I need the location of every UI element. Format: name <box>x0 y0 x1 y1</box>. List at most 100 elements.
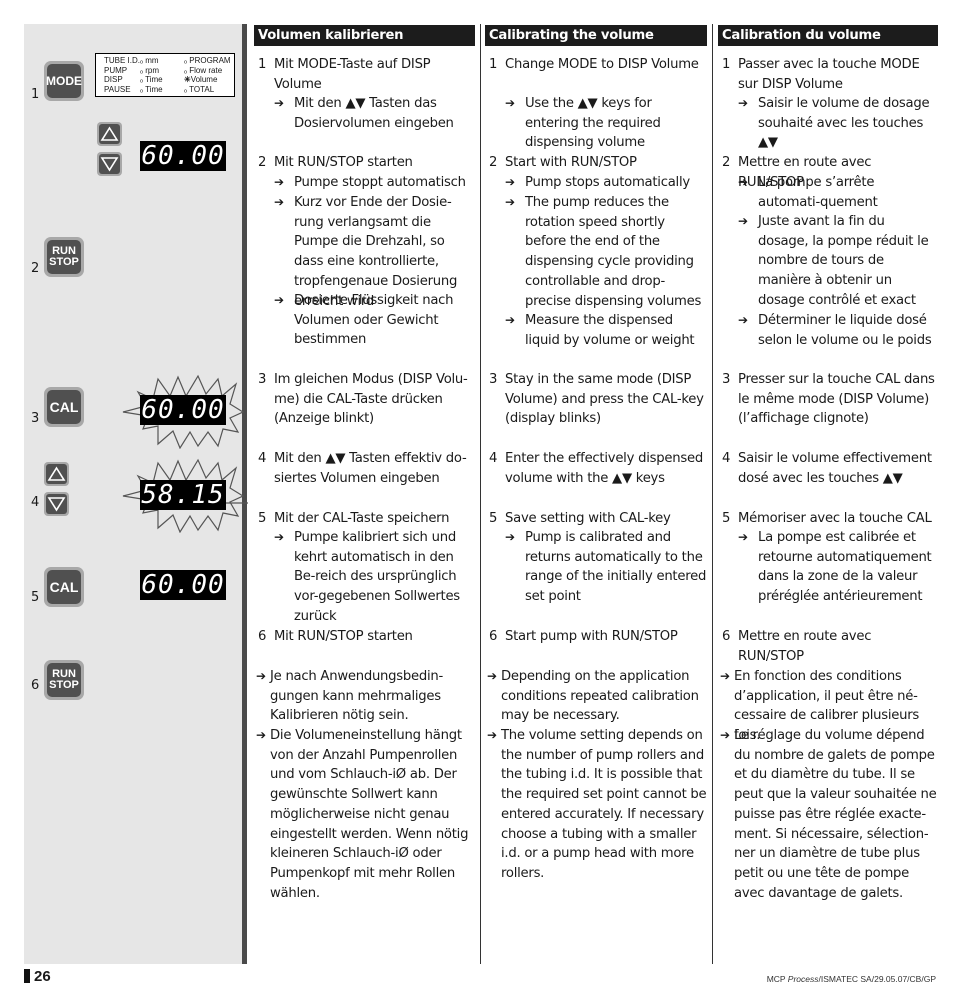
step-text: Mit RUN/STOP starten <box>274 155 413 170</box>
note: ➔ Le réglage du volume dépend du nombre d… <box>718 726 938 903</box>
instruction-bullet: ➔ Juste avant la fin du dosage, la pompe … <box>718 212 938 311</box>
unit-label: mm <box>145 56 159 65</box>
instruction-step: 4 Mit den ▲▼ Tasten effektiv do-siertes V… <box>254 449 475 488</box>
step-number-6: 6 <box>31 678 40 693</box>
down-arrow-icon <box>100 157 119 172</box>
arrow-right-icon: ➔ <box>274 530 284 544</box>
step-text: Mettre en route avec RUN/STOP <box>738 629 872 664</box>
step-number: 1 <box>722 57 731 72</box>
step-text: Im gleichen Modus (DISP Volu-me) die CAL… <box>274 372 468 427</box>
instruction-bullet: ➔ Use the ▲▼ keys for entering the requir… <box>485 94 707 153</box>
section-title: Calibration du volume <box>718 25 938 46</box>
step-text: Saisir le volume effectivement dosé avec… <box>738 451 932 486</box>
step-text: Passer avec la touche MODE sur DISP Volu… <box>738 57 920 92</box>
step-number: 3 <box>489 372 498 387</box>
arrow-right-icon: ➔ <box>505 96 515 110</box>
instruction-step: 1 Change MODE to DISP Volume <box>485 55 707 75</box>
lcd-display-blinking: 58.15 <box>140 480 226 510</box>
run-stop-key[interactable]: RUN STOP <box>44 660 84 700</box>
step-text: Mit MODE-Taste auf DISP Volume <box>274 57 431 92</box>
step-text: Mit RUN/STOP starten <box>274 629 413 644</box>
arrow-right-icon: ➔ <box>505 195 515 209</box>
instruction-step: 6 Start pump with RUN/STOP <box>485 627 707 647</box>
column-divider <box>480 24 481 964</box>
instruction-bullet: ➔ Pumpe kalibriert sich und kehrt automat… <box>254 528 475 627</box>
instruction-bullet: ➔ Dosierte Flüssigkeit nach Volumen oder … <box>254 291 475 350</box>
arrow-right-icon: ➔ <box>487 669 497 683</box>
note: ➔ Depending on the application conditions… <box>485 667 707 726</box>
lcd-display: 60.00 <box>140 141 226 171</box>
instruction-step: 6 Mit RUN/STOP starten <box>254 627 475 647</box>
unit-label: Time <box>145 84 163 94</box>
instruction-step: 1 Passer avec la touche MODE sur DISP Vol… <box>718 55 938 94</box>
arrow-right-icon: ➔ <box>274 293 284 307</box>
run-stop-key[interactable]: RUN STOP <box>44 237 84 277</box>
instruction-bullet: ➔ Déterminer le liquide dosé selon le vol… <box>718 311 938 350</box>
function-label: PROGRAM <box>189 56 231 65</box>
note: ➔ The volume setting depends on the numbe… <box>485 726 707 884</box>
step-text: Presser sur la touche CAL dans le même m… <box>738 372 935 427</box>
step-text: Start with RUN/STOP <box>505 155 637 170</box>
arrow-right-icon: ➔ <box>274 175 284 189</box>
page-marker <box>24 969 30 983</box>
cal-key[interactable]: CAL <box>44 387 84 427</box>
bullet-text: The pump reduces the rotation speed shor… <box>525 195 702 309</box>
step-number-1: 1 <box>31 87 40 102</box>
step-text: Mémoriser avec la touche CAL <box>738 511 932 526</box>
column-french: Calibration du volume <box>718 25 938 54</box>
instruction-step: 5 Save setting with CAL-key <box>485 509 707 529</box>
instruction-bullet: ➔ Mit den ▲▼ Tasten das Dosiervolumen ein… <box>254 94 475 133</box>
step-number: 3 <box>722 372 731 387</box>
bullet-text: Pumpe stoppt automatisch <box>294 175 466 190</box>
down-key[interactable] <box>44 492 69 516</box>
section-title: Volumen kalibrieren <box>254 25 475 46</box>
step-number: 5 <box>489 511 498 526</box>
up-key[interactable] <box>44 462 69 486</box>
column-divider <box>712 24 713 964</box>
down-key[interactable] <box>97 152 122 176</box>
cal-key[interactable]: CAL <box>44 567 84 607</box>
step-text: Change MODE to DISP Volume <box>505 57 699 72</box>
instruction-bullet: ➔ Pumpe stoppt automatisch <box>254 173 475 193</box>
instruction-bullet: ➔ Pump stops automatically <box>485 173 707 193</box>
instruction-step: 2 Mit RUN/STOP starten <box>254 153 475 173</box>
indicator-active-icon: ✳ <box>184 75 191 84</box>
note-text: Je nach Anwendungsbedin-gungen kann mehr… <box>270 669 444 724</box>
arrow-right-icon: ➔ <box>274 195 284 209</box>
step-number: 4 <box>258 451 267 466</box>
bullet-text: Saisir le volume de dosage souhaité avec… <box>758 96 930 151</box>
step-number: 2 <box>489 155 498 170</box>
function-label: Flow rate <box>189 65 223 75</box>
step-number: 6 <box>722 629 731 644</box>
arrow-right-icon: ➔ <box>738 530 748 544</box>
step-number: 5 <box>258 511 267 526</box>
arrow-right-icon: ➔ <box>720 728 730 742</box>
arrow-right-icon: ➔ <box>738 96 748 110</box>
step-number: 5 <box>722 511 731 526</box>
note-text: The volume setting depends on the number… <box>501 728 707 881</box>
step-text: Mit den ▲▼ Tasten effektiv do-siertes Vo… <box>274 451 467 486</box>
bullet-text: La pompe est calibrée et retourne automa… <box>758 530 932 605</box>
mode-label: PUMP <box>104 65 128 75</box>
instruction-bullet: ➔ La pompe est calibrée et retourne autom… <box>718 528 938 607</box>
instruction-step: 1 Mit MODE-Taste auf DISP Volume <box>254 55 475 94</box>
arrow-right-icon: ➔ <box>487 728 497 742</box>
unit-label: Time <box>145 75 163 84</box>
instruction-bullet: ➔ The pump reduces the rotation speed sho… <box>485 193 707 311</box>
instruction-step: 5 Mémoriser avec la touche CAL <box>718 509 938 529</box>
step-number-3: 3 <box>31 411 40 426</box>
up-arrow-icon <box>47 466 66 481</box>
mode-label: DISP <box>104 75 123 84</box>
bullet-text: Juste avant la fin du dosage, la pompe r… <box>758 214 929 308</box>
step-number: 6 <box>489 629 498 644</box>
step-number: 1 <box>489 57 498 72</box>
mode-key[interactable]: MODE <box>44 61 84 101</box>
step-number: 4 <box>722 451 731 466</box>
step-number: 4 <box>489 451 498 466</box>
step-number: 6 <box>258 629 267 644</box>
instruction-step: 4 Enter the effectively dispensed volume … <box>485 449 707 488</box>
up-key[interactable] <box>97 122 122 146</box>
lcd-display: 60.00 <box>140 570 226 600</box>
arrow-right-icon: ➔ <box>505 313 515 327</box>
section-title: Calibrating the volume <box>485 25 707 46</box>
